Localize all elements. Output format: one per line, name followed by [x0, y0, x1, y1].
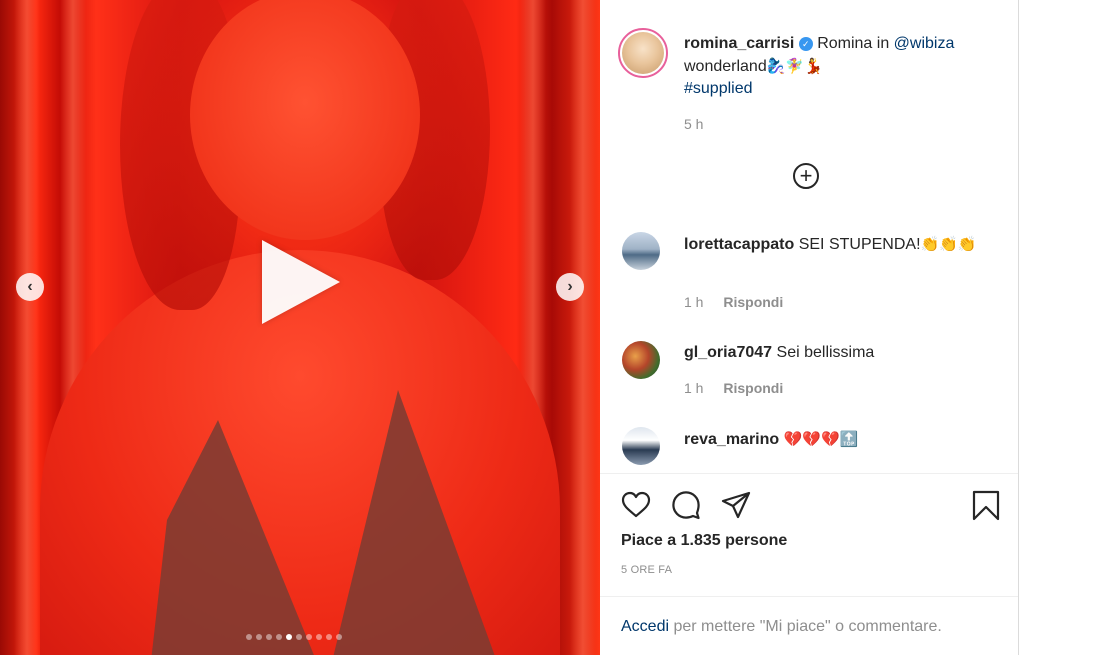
carousel-dot [306, 634, 312, 640]
light-stripe [14, 0, 40, 655]
author-avatar[interactable] [618, 28, 668, 78]
comment: reva_marino 💔💔💔🔝 [684, 428, 984, 451]
chevron-right-icon[interactable]: › [556, 273, 584, 301]
chevron-left-icon[interactable]: ‹ [16, 273, 44, 301]
post-time: 5 h [684, 116, 704, 132]
light-stripe [570, 0, 596, 655]
commenter-avatar[interactable] [622, 341, 660, 379]
post-sidebar: romina_carrisi ✓ Romina in @wibiza wonde… [600, 0, 1018, 655]
comment-text: Sei bellissima [776, 344, 875, 361]
comment-time: 1 h [684, 380, 704, 396]
comment-username[interactable]: lorettacappato [684, 236, 794, 253]
photo-subject-face [190, 0, 420, 240]
login-link[interactable]: Accedi [621, 618, 669, 635]
play-icon[interactable] [262, 240, 340, 324]
divider [600, 596, 1018, 597]
caption-text-line2: wonderland [684, 58, 767, 75]
carousel-dot [256, 634, 262, 640]
comment: lorettacappato SEI STUPENDA!👏👏👏 [684, 233, 984, 256]
like-count[interactable]: Piace a 1.835 persone [621, 532, 787, 550]
caption-hashtag[interactable]: #supplied [684, 80, 753, 97]
carousel-dot [326, 634, 332, 640]
login-prompt-text: per mettere "Mi piace" o commentare. [669, 618, 942, 635]
carousel-dot [276, 634, 282, 640]
carousel-dot [246, 634, 252, 640]
commenter-avatar[interactable] [622, 232, 660, 270]
carousel-dot [266, 634, 272, 640]
author-username[interactable]: romina_carrisi [684, 35, 794, 52]
caption-mention[interactable]: @wibiza [894, 35, 955, 52]
heart-icon[interactable] [620, 489, 652, 521]
bookmark-icon[interactable] [970, 489, 1002, 521]
reply-button[interactable]: Rispondi [723, 380, 783, 396]
share-icon[interactable] [720, 489, 752, 521]
comment-text: SEI STUPENDA! [798, 236, 921, 253]
comment-time: 1 h [684, 294, 704, 310]
carousel-dot [336, 634, 342, 640]
plus-circle-icon[interactable]: + [793, 163, 819, 189]
carousel-dot [286, 634, 292, 640]
post-caption: romina_carrisi ✓ Romina in @wibiza wonde… [684, 33, 984, 100]
verified-icon: ✓ [798, 37, 813, 51]
comment-emoji: 👏👏👏 [920, 235, 977, 253]
comment-icon[interactable] [670, 489, 702, 521]
comment-meta: 1 h Rispondi [684, 294, 783, 310]
login-prompt: Accedi per mettere "Mi piace" o commenta… [621, 618, 942, 636]
post-media[interactable]: ‹ › [0, 0, 600, 655]
divider [600, 473, 1018, 474]
post-date: 5 ORE FA [621, 564, 673, 576]
comment: gl_oria7047 Sei bellissima [684, 342, 984, 364]
caption-emojis: 🧞‍♀️🧚‍♀️💃 [766, 57, 823, 75]
instagram-post: ‹ › romina_carrisi ✓ Romina in @wibiza w… [0, 0, 1019, 655]
caption-text: Romina in [817, 35, 894, 52]
carousel-dot [316, 634, 322, 640]
carousel-indicator [246, 634, 342, 640]
carousel-dot [296, 634, 302, 640]
comment-username[interactable]: reva_marino [684, 431, 779, 448]
commenter-avatar[interactable] [622, 427, 660, 465]
comment-emoji: 💔💔💔🔝 [783, 430, 859, 448]
comment-username[interactable]: gl_oria7047 [684, 344, 772, 361]
comment-meta: 1 h Rispondi [684, 380, 783, 396]
reply-button[interactable]: Rispondi [723, 294, 783, 310]
